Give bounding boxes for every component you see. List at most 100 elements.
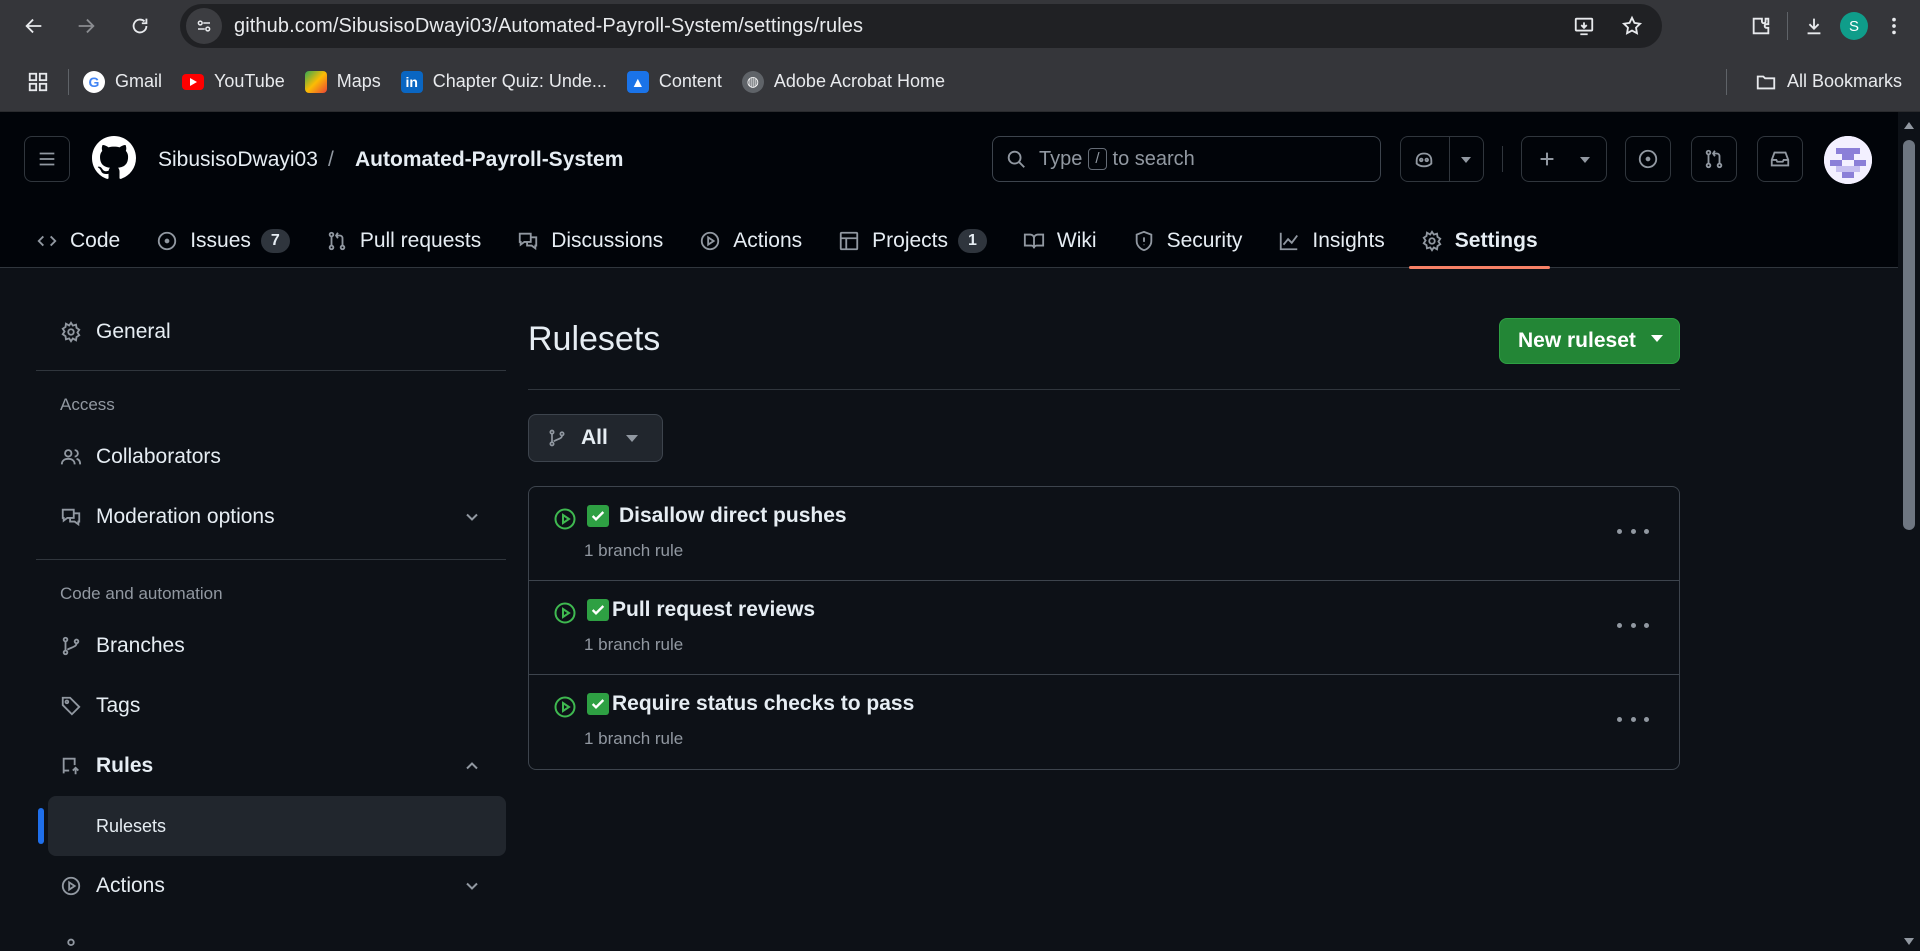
bookmark-youtube[interactable]: YouTube [172, 64, 295, 100]
chevron-down-icon[interactable] [462, 876, 482, 896]
scroll-up-icon[interactable] [1904, 122, 1914, 129]
sidebar-item-branches[interactable]: Branches [36, 616, 506, 676]
scrollbar-thumb[interactable] [1903, 140, 1915, 530]
kebab-menu-icon[interactable] [1617, 613, 1649, 637]
list-item[interactable]: Require status checks to pass 1 branch r… [529, 675, 1679, 769]
bookmark-maps[interactable]: Maps [295, 64, 391, 100]
pull-request-icon [1705, 149, 1723, 169]
bookmark-label: Content [658, 71, 722, 91]
chevron-down-icon[interactable] [462, 507, 482, 527]
new-ruleset-button[interactable]: New ruleset [1499, 318, 1680, 364]
sidebar-item-rules[interactable]: Rules [36, 736, 506, 796]
sidebar-item-moderation[interactable]: Moderation options [36, 487, 506, 547]
sidebar-heading-code-automation: Code and automation [60, 584, 223, 603]
bookmarks-bar: G Gmail YouTube Maps in Chapter Quiz: Un… [0, 52, 1920, 112]
sidebar-item-general[interactable]: General [36, 302, 506, 362]
ruleset-name-link[interactable]: Disallow direct pushes [619, 504, 847, 528]
sidebar-item-rulesets[interactable]: Rulesets [38, 796, 506, 856]
bookmark-label: Adobe Acrobat Home [773, 71, 946, 91]
tab-projects[interactable]: Projects 1 [826, 214, 999, 268]
tab-settings[interactable]: Settings [1408, 214, 1550, 269]
check-mark-icon [587, 505, 609, 527]
sidebar-item-label: Branches [96, 634, 185, 657]
chevron-up-icon[interactable] [462, 756, 482, 776]
downloads-icon[interactable] [1794, 6, 1834, 46]
play-icon [701, 231, 720, 251]
hamburger-menu-button[interactable] [24, 136, 70, 182]
tab-label: Security [1166, 229, 1243, 252]
install-app-icon[interactable] [1568, 10, 1600, 42]
apps-grid-icon[interactable] [18, 62, 58, 102]
tab-label: Projects [872, 229, 948, 252]
tab-insights[interactable]: Insights [1266, 214, 1396, 268]
reload-button[interactable] [120, 6, 160, 46]
pull-requests-button[interactable] [1691, 136, 1737, 182]
issues-button[interactable] [1625, 136, 1671, 182]
all-bookmarks-label: All Bookmarks [1786, 71, 1902, 91]
youtube-icon [182, 73, 205, 90]
list-item[interactable]: Disallow direct pushes 1 branch rule [529, 487, 1679, 581]
github-logo-icon[interactable] [92, 136, 136, 180]
copilot-button[interactable] [1400, 136, 1484, 182]
chrome-menu-icon[interactable] [1874, 6, 1914, 46]
kebab-menu-icon[interactable] [1617, 519, 1649, 543]
repo-link[interactable]: Automated-Payroll-System [355, 148, 623, 172]
bookmark-gmail[interactable]: G Gmail [73, 64, 172, 100]
identicon-icon [1824, 136, 1872, 184]
bookmark-content[interactable]: ▲ Content [617, 64, 732, 100]
browser-toolbar: github.com/SibusisoDwayi03/Automated-Pay… [0, 0, 1920, 52]
sidebar-item-label: Rules [96, 754, 154, 777]
table-icon [839, 231, 859, 251]
chevron-down-icon[interactable] [1651, 335, 1663, 342]
tab-actions[interactable]: Actions [687, 214, 814, 268]
scroll-down-icon[interactable] [1904, 938, 1914, 945]
tab-label: Pull requests [359, 229, 482, 252]
chevron-down-icon[interactable] [1461, 157, 1471, 163]
bookmark-adobe[interactable]: ◍ Adobe Acrobat Home [732, 64, 955, 100]
owner-link[interactable]: SibusisoDwayi03 [158, 148, 318, 172]
tab-security[interactable]: Security [1121, 214, 1255, 268]
maps-icon [304, 70, 327, 93]
bookmark-star-icon[interactable] [1616, 10, 1648, 42]
tab-label: Wiki [1056, 229, 1097, 252]
address-bar[interactable]: github.com/SibusisoDwayi03/Automated-Pay… [180, 4, 1662, 48]
forward-button[interactable] [66, 6, 106, 46]
sidebar-item-actions[interactable]: Actions [36, 856, 506, 916]
inbox-button[interactable] [1757, 136, 1803, 182]
linkedin-icon: in [400, 70, 423, 93]
list-item[interactable]: Pull request reviews 1 branch rule [529, 581, 1679, 675]
extensions-icon[interactable] [1741, 6, 1781, 46]
profile-button[interactable]: S [1834, 6, 1874, 46]
sidebar-item-collaborators[interactable]: Collaborators [36, 427, 506, 487]
bookmark-chapter-quiz[interactable]: in Chapter Quiz: Unde... [391, 64, 617, 100]
kebab-menu-icon[interactable] [1617, 707, 1649, 731]
search-placeholder-suffix: to search [1112, 147, 1195, 170]
user-avatar[interactable] [1824, 136, 1872, 184]
ruleset-filter-dropdown[interactable]: All [528, 414, 663, 462]
ruleset-name-link[interactable]: Pull request reviews [612, 598, 815, 622]
search-input[interactable]: Type / to search [992, 136, 1381, 182]
ruleset-rule-count: 1 branch rule [584, 635, 684, 654]
all-bookmarks-button[interactable]: All Bookmarks [1745, 64, 1912, 100]
discussions-icon [519, 232, 538, 251]
sidebar-item-partial[interactable] [36, 916, 506, 951]
shield-icon [1135, 230, 1152, 252]
tab-wiki[interactable]: Wiki [1011, 214, 1109, 268]
bookmark-label: Gmail [115, 71, 163, 91]
sidebar-item-tags[interactable]: Tags [36, 676, 506, 736]
sidebar-item-label: Actions [96, 874, 165, 897]
tab-issues[interactable]: Issues 7 [144, 214, 302, 268]
tab-code[interactable]: Code [24, 214, 132, 268]
tab-pull-requests[interactable]: Pull requests [314, 214, 493, 268]
content-icon: ▲ [626, 70, 649, 93]
back-button[interactable] [14, 6, 54, 46]
git-branch-icon [549, 429, 565, 447]
tab-discussions[interactable]: Discussions [505, 214, 675, 268]
page-scrollbar[interactable] [1898, 112, 1920, 951]
create-new-button[interactable] [1521, 136, 1607, 182]
book-icon [1023, 233, 1044, 249]
site-info-icon[interactable] [186, 8, 222, 44]
ruleset-rule-count: 1 branch rule [584, 541, 684, 560]
ruleset-name-link[interactable]: Require status checks to pass [612, 692, 914, 716]
people-icon [60, 449, 82, 465]
